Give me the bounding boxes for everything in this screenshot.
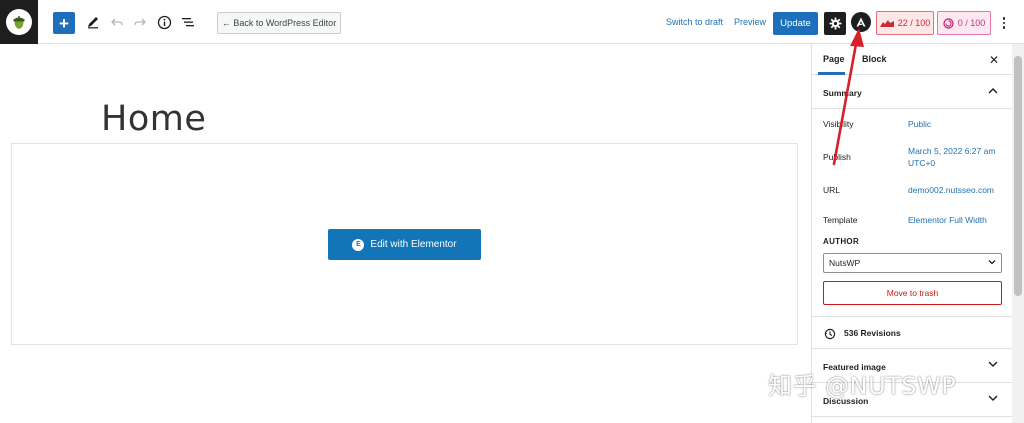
tab-page[interactable]: Page — [823, 54, 845, 64]
add-block-button[interactable]: + — [53, 12, 75, 34]
astra-settings-button[interactable] — [851, 12, 871, 32]
move-to-trash-button[interactable]: Move to trash — [823, 281, 1002, 305]
switch-to-draft-button[interactable]: Switch to draft — [666, 17, 723, 27]
gear-icon — [829, 17, 841, 30]
undo-icon[interactable] — [108, 13, 126, 31]
readability-score-icon — [943, 17, 954, 29]
seo-score-button[interactable]: 22 / 100 — [876, 11, 934, 35]
watermark-text: 知乎 @NUTSWP — [768, 372, 957, 400]
info-icon[interactable] — [155, 13, 173, 31]
pencil-icon[interactable] — [84, 13, 102, 31]
chevron-down-icon — [988, 394, 998, 405]
url-label: URL — [823, 185, 841, 195]
astra-logo-icon — [856, 17, 866, 27]
tab-block[interactable]: Block — [862, 54, 887, 64]
elementor-icon: E — [352, 238, 365, 251]
update-button[interactable]: Update — [773, 12, 818, 35]
redo-icon[interactable] — [131, 13, 149, 31]
template-label: Template — [823, 215, 858, 225]
summary-panel-title: Summary — [823, 88, 862, 98]
editor-toolbar: + ← Back to WordPress Editor Switch to d… — [0, 0, 1024, 44]
publish-label: Publish — [823, 152, 851, 162]
visibility-label: Visibility — [823, 119, 854, 129]
history-icon — [824, 327, 836, 345]
author-select[interactable]: NutsWP — [823, 253, 1002, 273]
more-options-icon[interactable] — [998, 14, 1010, 32]
settings-button[interactable] — [824, 12, 846, 35]
publish-date-value[interactable]: March 5, 2022 6:27 am UTC+0 — [908, 145, 1004, 169]
author-label: AUTHOR — [823, 237, 860, 246]
edit-with-elementor-label: Edit with Elementor — [370, 239, 457, 250]
author-select-value: NutsWP — [829, 258, 861, 268]
preview-button[interactable]: Preview — [734, 17, 766, 27]
sidebar-tabs: Page Block ✕ — [812, 44, 1013, 75]
chevron-up-icon — [988, 86, 998, 97]
visibility-value[interactable]: Public — [908, 118, 1004, 130]
list-view-icon[interactable] — [179, 13, 197, 31]
chevron-down-icon — [988, 360, 998, 371]
seo-score-value: 22 / 100 — [897, 18, 931, 28]
page-title[interactable]: Home — [101, 99, 206, 139]
readability-score-value: 0 / 100 — [957, 18, 986, 28]
back-to-wordpress-editor-button[interactable]: ← Back to WordPress Editor — [217, 12, 341, 34]
template-value[interactable]: Elementor Full Width — [908, 214, 1004, 226]
edit-with-elementor-button[interactable]: E Edit with Elementor — [328, 229, 481, 260]
site-logo[interactable] — [0, 0, 38, 44]
revisions-link[interactable]: 536 Revisions — [812, 316, 1013, 349]
revisions-label: 536 Revisions — [844, 328, 901, 338]
sidebar-scrollbar[interactable] — [1012, 44, 1024, 423]
close-icon[interactable]: ✕ — [989, 53, 999, 67]
acorn-logo-icon — [6, 9, 32, 35]
summary-panel-toggle[interactable]: Summary — [812, 75, 1013, 109]
readability-score-button[interactable]: 0 / 100 — [937, 11, 991, 35]
scrollbar-thumb[interactable] — [1014, 56, 1022, 296]
url-value[interactable]: demo002.nutsseo.com — [908, 184, 1004, 196]
seo-score-icon — [879, 19, 894, 27]
chevron-down-icon — [988, 257, 996, 267]
